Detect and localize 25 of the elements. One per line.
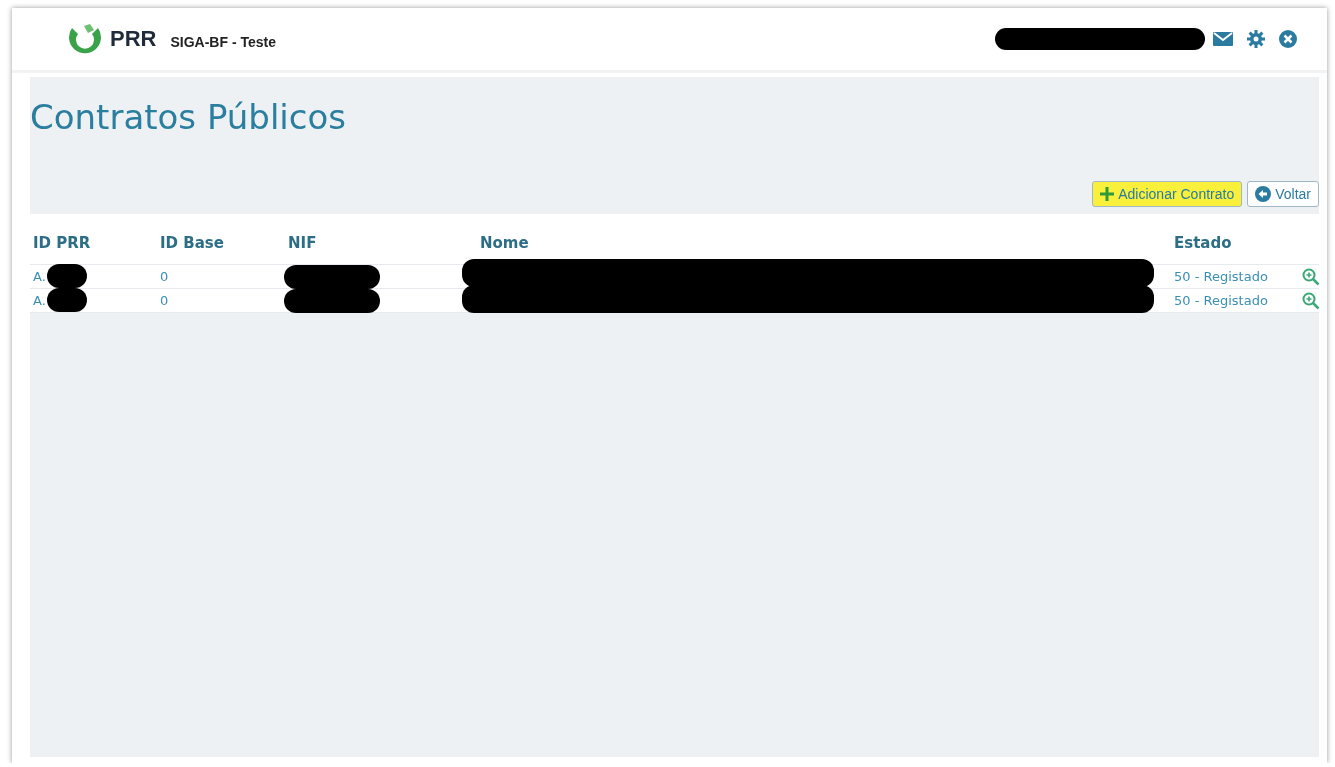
- plus-icon: [1100, 187, 1115, 201]
- column-header[interactable]: Estado: [1174, 234, 1302, 252]
- back-button[interactable]: Voltar: [1247, 181, 1319, 207]
- column-header[interactable]: Nome: [480, 234, 1174, 252]
- table-cell: A.: [33, 293, 46, 308]
- redaction-mark: [47, 264, 87, 288]
- column-header[interactable]: ID Base: [160, 234, 288, 252]
- table-cell: 0: [160, 293, 169, 308]
- mail-icon[interactable]: [1213, 32, 1233, 46]
- arrow-left-icon: [1255, 186, 1272, 202]
- app-title: SIGA-BF - Teste: [170, 34, 276, 50]
- column-header[interactable]: ID PRR: [33, 234, 160, 252]
- settings-icon[interactable]: [1247, 30, 1265, 48]
- zoom-in-icon[interactable]: [1302, 267, 1320, 286]
- zoom-in-icon[interactable]: [1302, 291, 1320, 310]
- table-cell: 0: [160, 269, 169, 284]
- table-cell: 50 - Registado: [1174, 269, 1268, 284]
- page-title: Contratos Públicos: [30, 97, 348, 137]
- close-icon[interactable]: [1279, 30, 1297, 48]
- table-cell: A.: [33, 269, 46, 284]
- column-header[interactable]: NIF: [288, 234, 480, 252]
- add-contract-button[interactable]: Adicionar Contrato: [1092, 181, 1243, 207]
- logo-text: PRR: [110, 28, 157, 50]
- redaction-mark: [47, 288, 87, 312]
- table-cell: 50 - Registado: [1174, 293, 1268, 308]
